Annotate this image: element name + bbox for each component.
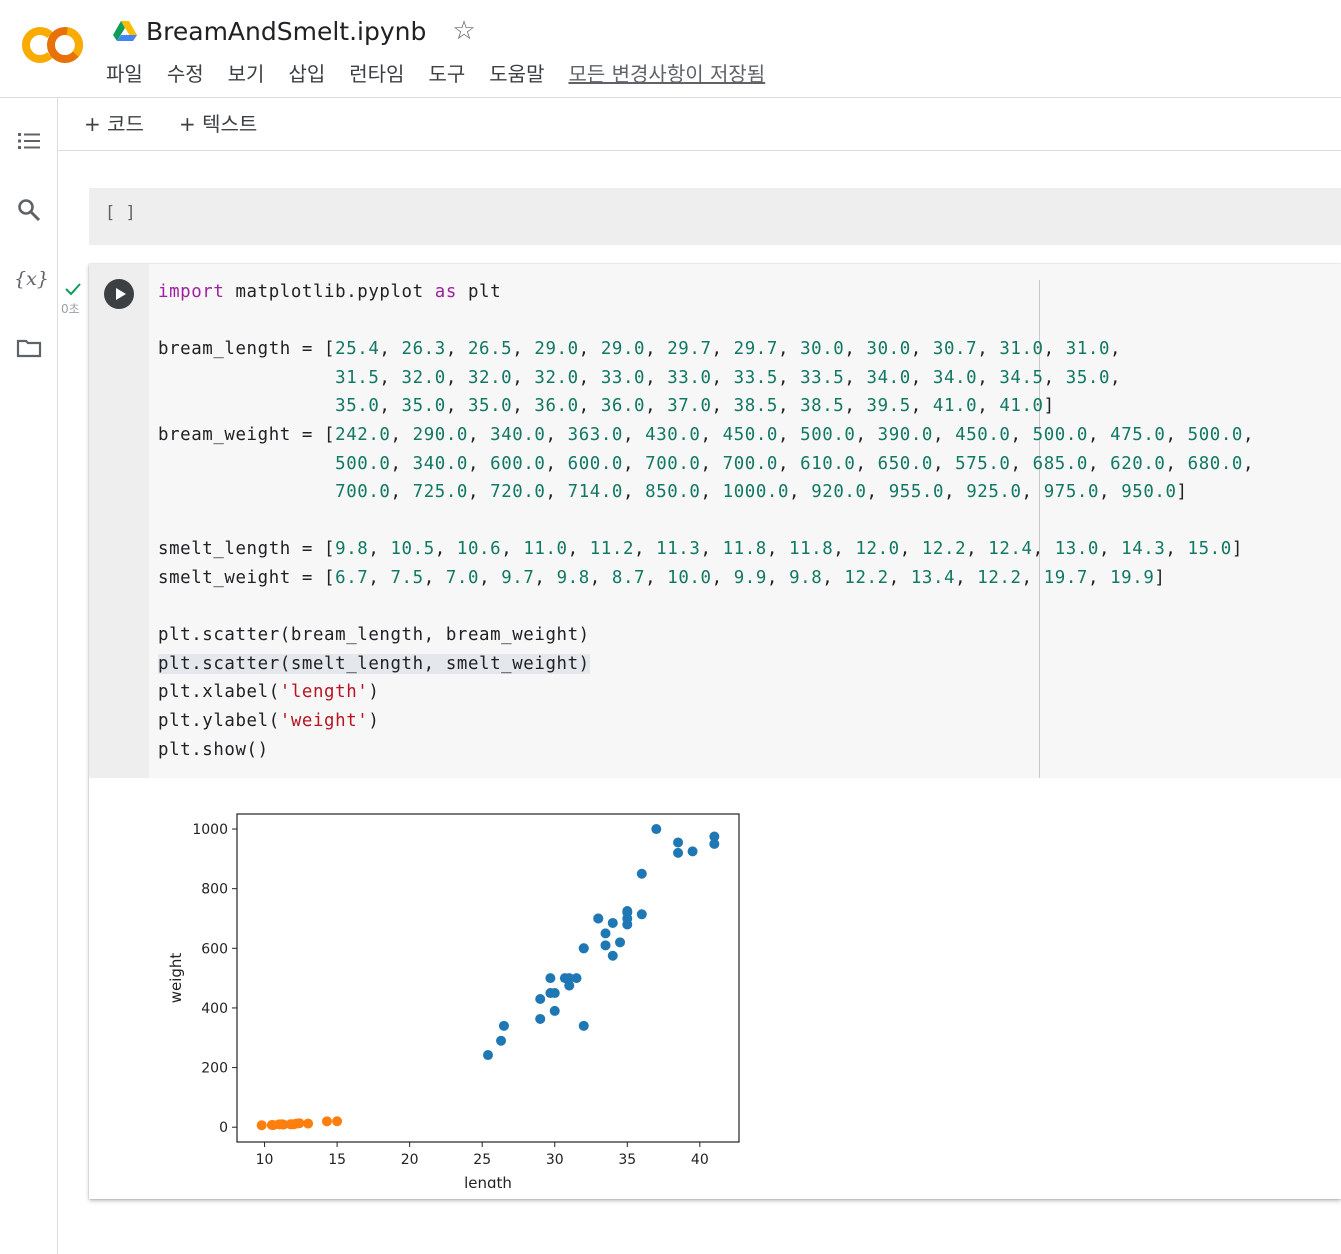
code-line: bream_weight = [242.0, 290.0, 340.0, 363… [158, 424, 1255, 445]
y-tick-label: 800 [201, 882, 228, 898]
code-line: smelt_length = [9.8, 10.5, 10.6, 11.0, 1… [158, 539, 1243, 560]
bream-point [607, 950, 618, 961]
bream-point [622, 907, 633, 918]
smelt-point [321, 1116, 332, 1127]
bream-point [636, 868, 647, 879]
code-line: plt.xlabel('length') [158, 682, 380, 703]
code-line: smelt_weight = [6.7, 7.5, 7.0, 9.7, 9.8,… [158, 567, 1166, 588]
code-cell[interactable]: import matplotlib.pyplot as plt bream_le… [89, 264, 1341, 1199]
y-axis-label: weight [167, 953, 185, 1004]
smelt-point [332, 1116, 343, 1127]
table-of-contents-icon[interactable] [14, 126, 44, 156]
bream-point [636, 909, 647, 920]
notebook-title[interactable]: BreamAndSmelt.ipynb [146, 17, 426, 46]
app-header: BreamAndSmelt.ipynb ☆ 파일 수정 보기 삽입 런타임 도구… [0, 0, 1341, 98]
empty-code-cell[interactable]: [ ] [89, 188, 1341, 245]
code-line: bream_length = [25.4, 26.3, 26.5, 29.0, … [158, 339, 1122, 360]
variables-icon[interactable]: {x} [14, 264, 49, 294]
add-text-button[interactable]: + 텍스트 [179, 108, 257, 137]
code-text[interactable]: import matplotlib.pyplot as plt bream_le… [158, 278, 1254, 764]
bream-point [615, 937, 626, 948]
search-icon[interactable] [14, 195, 44, 225]
smelt-point [303, 1118, 314, 1129]
code-line: plt.scatter(smelt_length, smelt_weight) [158, 653, 590, 674]
menu-help[interactable]: 도움말 [489, 58, 544, 87]
y-tick-label: 600 [201, 941, 228, 957]
bream-point [483, 1050, 493, 1061]
x-tick-label: 10 [256, 1152, 274, 1168]
cell-gutter [89, 264, 149, 778]
x-tick-label: 35 [618, 1152, 636, 1168]
folder-icon[interactable] [14, 333, 44, 363]
bream-point [535, 993, 546, 1004]
bream-point [535, 1013, 546, 1024]
code-editor[interactable]: import matplotlib.pyplot as plt bream_le… [149, 264, 1341, 778]
bream-point [687, 846, 698, 857]
menu-edit[interactable]: 수정 [167, 58, 204, 87]
code-line: plt.show() [158, 739, 269, 760]
code-line: 700.0, 725.0, 720.0, 714.0, 850.0, 1000.… [335, 482, 1188, 503]
bream-point [600, 928, 611, 939]
x-tick-label: 40 [691, 1152, 709, 1168]
smelt-point [256, 1120, 267, 1131]
left-sidebar: {x} [0, 98, 58, 1254]
y-tick-label: 400 [201, 1001, 228, 1017]
plot-area [236, 813, 740, 1143]
cell-output: 10 15 20 25 30 35 40 0 200 400 600 800 1000 length wei… [89, 778, 1341, 1199]
code-line: 31.5, 32.0, 32.0, 32.0, 33.0, 33.0, 33.5… [335, 367, 1122, 388]
x-tick-label: 15 [328, 1152, 346, 1168]
bream-point [549, 988, 560, 999]
colab-logo[interactable] [20, 24, 84, 66]
bream-point [496, 1035, 507, 1046]
menu-insert[interactable]: 삽입 [288, 58, 325, 87]
star-icon[interactable]: ☆ [452, 18, 475, 44]
code-line: 35.0, 35.0, 35.0, 36.0, 36.0, 37.0, 38.5… [335, 396, 1055, 417]
code-line: plt.scatter(bream_length, bream_weight) [158, 625, 590, 646]
bream-point [578, 943, 589, 954]
execution-time: 0초 [61, 302, 80, 316]
x-tick-label: 30 [546, 1152, 564, 1168]
x-axis-label: length [464, 1174, 512, 1188]
code-line: import matplotlib.pyplot as plt [158, 282, 502, 302]
x-tick-label: 20 [401, 1152, 419, 1168]
bream-point [709, 838, 720, 849]
cell-toolbar: + 코드 + 텍스트 [58, 98, 1341, 151]
google-drive-icon[interactable] [112, 20, 138, 42]
code-line: plt.ylabel('weight') [158, 710, 380, 731]
bream-point [593, 913, 604, 924]
menu-file[interactable]: 파일 [106, 58, 143, 87]
menu-runtime[interactable]: 런타임 [349, 58, 404, 87]
bream-point [498, 1020, 509, 1031]
y-tick-label: 0 [219, 1120, 228, 1136]
add-code-button[interactable]: + 코드 [84, 108, 144, 137]
cell-prompt: [ ] [105, 203, 136, 223]
bream-point [571, 973, 582, 984]
run-button[interactable] [104, 279, 134, 309]
scatter-plot: 10 15 20 25 30 35 4002004006008001000lengthwei… [167, 813, 740, 1188]
menu-tools[interactable]: 도구 [428, 58, 465, 87]
bream-point [607, 917, 618, 928]
bream-point [578, 1020, 589, 1031]
bream-point [673, 847, 684, 858]
menu-view[interactable]: 보기 [228, 58, 265, 87]
bream-point [545, 973, 556, 984]
smelt-point [294, 1118, 305, 1129]
menu-bar: 파일 수정 보기 삽입 런타임 도구 도움말 모든 변경사항이 저장됨 [106, 58, 765, 87]
bream-point [673, 837, 684, 848]
code-line: 500.0, 340.0, 600.0, 600.0, 700.0, 700.0… [335, 453, 1255, 474]
bream-point [549, 1005, 560, 1016]
y-tick-label: 200 [201, 1061, 228, 1077]
x-tick-label: 25 [473, 1152, 491, 1168]
save-status[interactable]: 모든 변경사항이 저장됨 [568, 58, 765, 87]
check-icon [65, 283, 81, 296]
bream-point [651, 824, 662, 835]
bream-point [600, 940, 611, 951]
y-tick-label: 1000 [192, 822, 228, 838]
